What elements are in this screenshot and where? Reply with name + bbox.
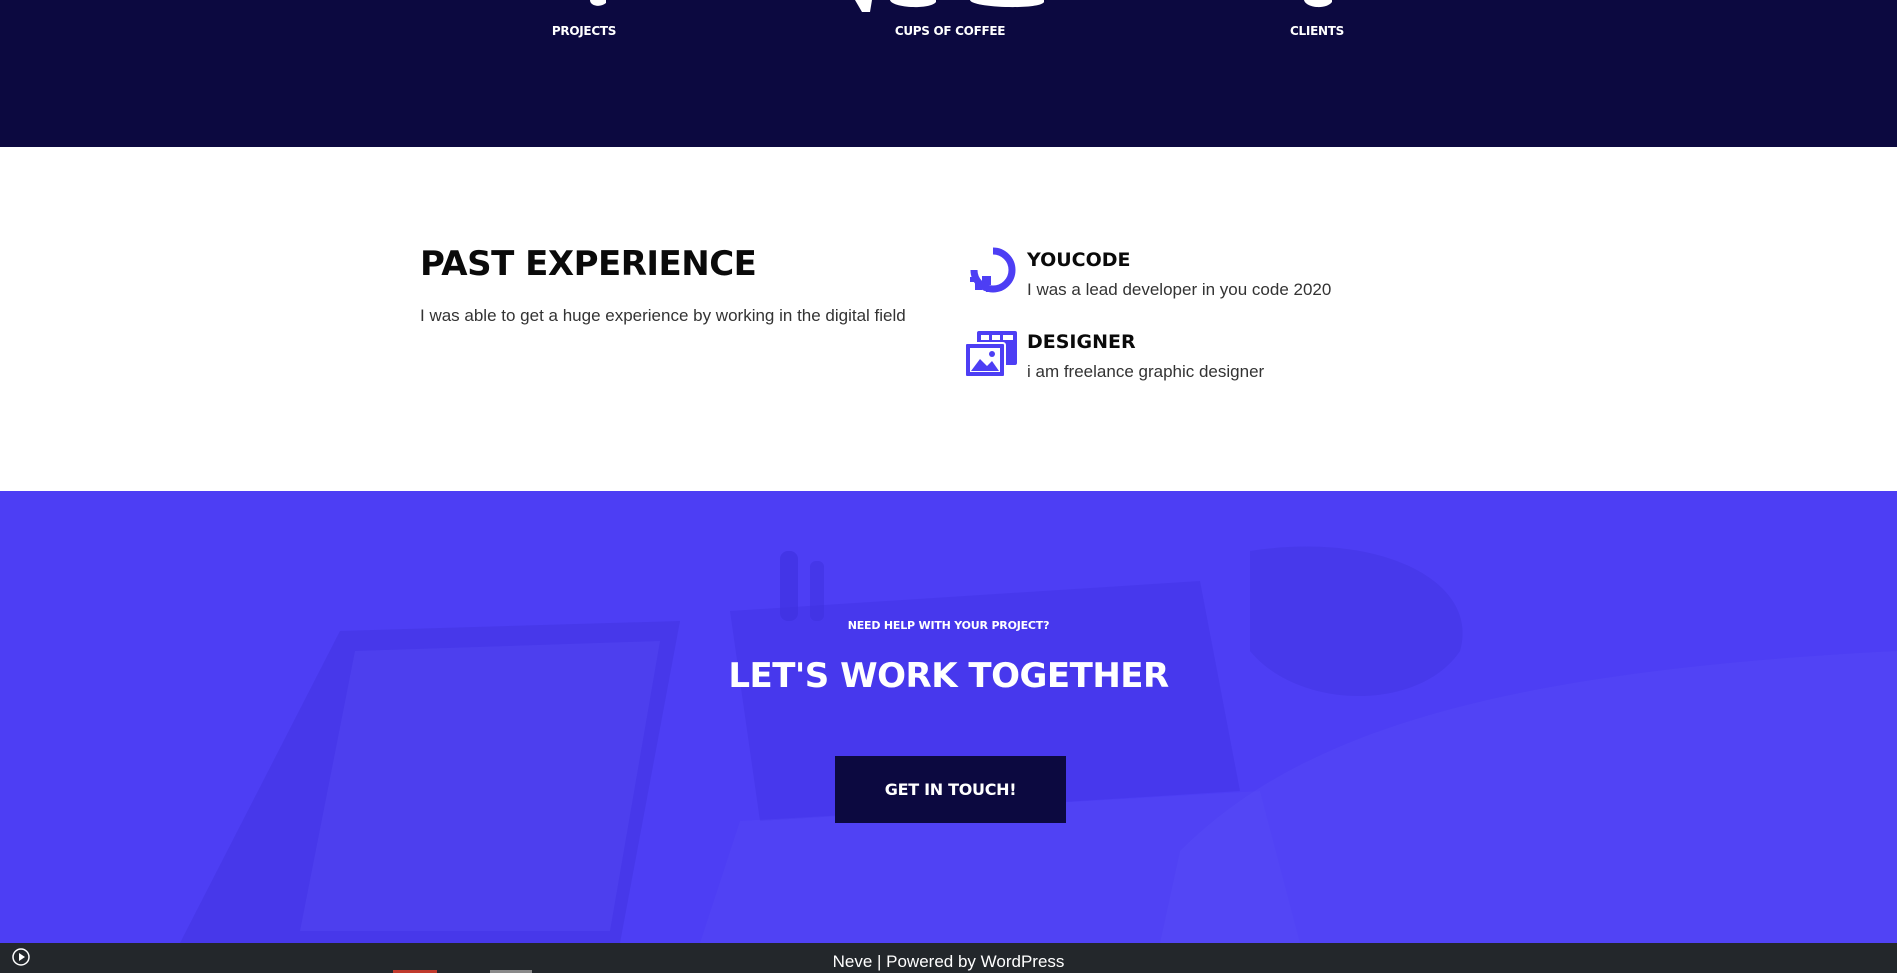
site-footer: Neve | Powered by WordPress [0, 943, 1897, 973]
cta-eyebrow: NEED HELP WITH YOUR PROJECT? [847, 619, 1050, 632]
experience-description: I was able to get a huge experience by w… [420, 306, 906, 325]
experience-title: PAST EXPERIENCE [420, 244, 757, 284]
experience-item-name: YOUCODE [1027, 249, 1131, 271]
footer-wordpress-link[interactable]: WordPress [981, 952, 1065, 971]
footer-theme-link[interactable]: Neve [833, 952, 873, 971]
image-gallery-icon [964, 331, 1017, 378]
cta-section: NEED HELP WITH YOUR PROJECT? LET'S WORK … [0, 491, 1897, 943]
cta-headline: LET'S WORK TOGETHER [728, 656, 1169, 696]
stats-section: PROJECTS CUPS OF COFFEE CLIENTS [0, 0, 1897, 147]
stat-label-clients: CLIENTS [1290, 24, 1344, 38]
experience-item-name: DESIGNER [1027, 331, 1136, 353]
experience-section: PAST EXPERIENCE I was able to get a huge… [0, 147, 1897, 491]
stat-label-coffee: CUPS OF COFFEE [894, 24, 1006, 38]
spinner-logo-icon [970, 247, 1016, 293]
experience-item-text: i am freelance graphic designer [1027, 362, 1265, 381]
footer-separator: | Powered by [872, 952, 981, 971]
get-in-touch-button[interactable]: GET IN TOUCH! [835, 756, 1066, 823]
cta-background-photo [0, 491, 1897, 943]
stat-label-projects: PROJECTS [551, 24, 617, 38]
experience-item-designer: DESIGNER i am freelance graphic designer [963, 329, 1463, 389]
cut-off-counter-numbers [590, 0, 1332, 12]
footer-credit: Neve | Powered by WordPress [0, 952, 1897, 972]
experience-item-youcode: YOUCODE I was a lead developer in you co… [963, 247, 1463, 307]
experience-item-text: I was a lead developer in you code 2020 [1027, 280, 1332, 299]
